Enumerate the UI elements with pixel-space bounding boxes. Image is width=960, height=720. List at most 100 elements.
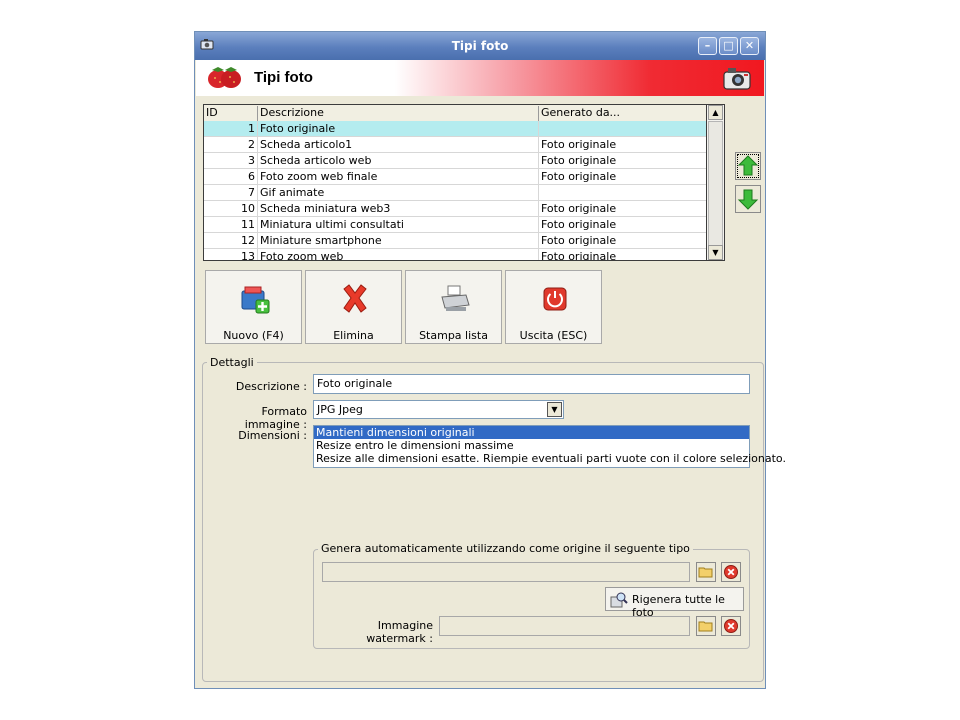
- table-cell-desc: Scheda articolo1: [258, 137, 539, 153]
- table-cell-id: 1: [204, 121, 258, 137]
- table-cell-desc: Miniature smartphone: [258, 233, 539, 249]
- table-cell-gen: Foto originale: [539, 169, 706, 185]
- print-list-button[interactable]: Stampa lista: [405, 270, 502, 344]
- table-cell-id: 6: [204, 169, 258, 185]
- arrow-up-icon: [737, 155, 759, 176]
- table-cell-id: 12: [204, 233, 258, 249]
- tipi-foto-window: Tipi foto – □ ✕ Tipi foto ID Descrizione…: [194, 31, 786, 689]
- photo-camera-icon: [723, 68, 751, 90]
- scroll-up-icon[interactable]: ▲: [708, 105, 723, 120]
- dimensioni-option[interactable]: Mantieni dimensioni originali: [314, 426, 749, 439]
- delete-button[interactable]: Elimina: [305, 270, 402, 344]
- table-cell-gen: [539, 185, 706, 201]
- table-cell-desc: Foto originale: [258, 121, 539, 137]
- table-cell-desc: Foto zoom web finale: [258, 169, 539, 185]
- delete-x-icon: [343, 284, 367, 313]
- table-row[interactable]: 6 Foto zoom web finale Foto originale: [204, 169, 706, 185]
- strawberry-icon: [208, 67, 241, 88]
- dimensioni-option[interactable]: Resize entro le dimensioni massime: [314, 439, 749, 452]
- clear-icon: [724, 565, 738, 579]
- window-title: Tipi foto: [451, 39, 509, 53]
- dimensioni-label: Dimensioni :: [238, 429, 307, 442]
- column-header-id[interactable]: ID: [204, 106, 258, 121]
- descrizione-input[interactable]: Foto originale: [313, 374, 750, 394]
- clear-watermark-button[interactable]: [721, 616, 741, 636]
- table-cell-desc: Scheda articolo web: [258, 153, 539, 169]
- dimensioni-option[interactable]: Resize alle dimensioni esatte. Riempie e…: [314, 452, 786, 465]
- new-button[interactable]: Nuovo (F4): [205, 270, 302, 344]
- table-cell-gen: Foto originale: [539, 153, 706, 169]
- maximize-icon: □: [723, 39, 734, 52]
- table-row[interactable]: 1 Foto originale: [204, 121, 706, 137]
- table-cell-desc: Foto zoom web: [258, 249, 539, 260]
- photo-types-grid[interactable]: ID Descrizione Generato da... 1 Foto orig…: [203, 104, 707, 261]
- new-button-label: Nuovo (F4): [223, 329, 284, 342]
- table-cell-id: 10: [204, 201, 258, 217]
- formato-immagine-select[interactable]: JPG Jpeg ▼: [313, 400, 564, 419]
- table-row[interactable]: 3 Scheda articolo web Foto originale: [204, 153, 706, 169]
- browse-watermark-button[interactable]: [696, 616, 716, 636]
- close-icon: ✕: [744, 39, 755, 52]
- move-down-button[interactable]: [735, 185, 761, 213]
- table-row[interactable]: 12 Miniature smartphone Foto originale: [204, 233, 706, 249]
- new-record-icon: [241, 286, 270, 314]
- print-list-label: Stampa lista: [419, 329, 488, 342]
- formato-immagine-value: JPG Jpeg: [317, 403, 363, 416]
- browse-source-button[interactable]: [696, 562, 716, 582]
- table-row[interactable]: 11 Miniatura ultimi consultati Foto origin…: [204, 217, 706, 233]
- auto-generate-legend: Genera automaticamente utilizzando come …: [318, 542, 693, 555]
- clear-source-button[interactable]: [721, 562, 741, 582]
- table-row[interactable]: 2 Scheda articolo1 Foto originale: [204, 137, 706, 153]
- table-cell-gen: [539, 121, 706, 137]
- grid-header: ID Descrizione Generato da...: [204, 105, 706, 122]
- column-header-descrizione[interactable]: Descrizione: [258, 106, 539, 121]
- table-cell-desc: Scheda miniatura web3: [258, 201, 539, 217]
- power-icon: [543, 287, 567, 311]
- folder-icon: [698, 567, 713, 578]
- delete-button-label: Elimina: [333, 329, 374, 342]
- magnifier-icon: [610, 592, 628, 608]
- table-row[interactable]: 10 Scheda miniatura web3 Foto originale: [204, 201, 706, 217]
- table-cell-id: 13: [204, 249, 258, 260]
- chevron-down-icon[interactable]: ▼: [547, 402, 562, 417]
- header-banner: Tipi foto: [196, 60, 764, 96]
- table-cell-gen: Foto originale: [539, 201, 706, 217]
- formato-immagine-label: Formato immagine :: [244, 405, 307, 431]
- table-cell-id: 11: [204, 217, 258, 233]
- scroll-thumb[interactable]: [708, 121, 723, 246]
- table-cell-desc: Gif animate: [258, 185, 539, 201]
- watermark-input[interactable]: [439, 616, 690, 636]
- maximize-button[interactable]: □: [719, 37, 738, 55]
- clear-icon: [724, 619, 738, 633]
- table-cell-id: 3: [204, 153, 258, 169]
- printer-icon: [441, 285, 470, 311]
- minimize-icon: –: [704, 39, 711, 52]
- table-cell-id: 7: [204, 185, 258, 201]
- table-cell-gen: Foto originale: [539, 233, 706, 249]
- table-cell-gen: Foto originale: [539, 217, 706, 233]
- table-cell-desc: Miniatura ultimi consultati: [258, 217, 539, 233]
- title-bar[interactable]: Tipi foto – □ ✕: [195, 32, 765, 60]
- column-header-generato-da[interactable]: Generato da...: [539, 106, 706, 121]
- details-legend: Dettagli: [207, 356, 257, 369]
- scroll-down-icon[interactable]: ▼: [708, 245, 723, 260]
- folder-icon: [698, 621, 713, 632]
- dimensioni-listbox[interactable]: Mantieni dimensioni originali Resize ent…: [313, 425, 786, 468]
- table-cell-gen: Foto originale: [539, 249, 706, 260]
- table-cell-id: 2: [204, 137, 258, 153]
- close-button[interactable]: ✕: [740, 37, 759, 55]
- table-row[interactable]: 7 Gif animate: [204, 185, 706, 201]
- source-type-input[interactable]: [322, 562, 690, 582]
- move-up-button[interactable]: [735, 152, 761, 180]
- exit-button-label: Uscita (ESC): [519, 329, 588, 342]
- minimize-button[interactable]: –: [698, 37, 717, 55]
- descrizione-label: Descrizione :: [235, 380, 307, 393]
- banner-title: Tipi foto: [254, 69, 313, 86]
- watermark-label: Immagine watermark :: [366, 619, 433, 645]
- exit-button[interactable]: Uscita (ESC): [505, 270, 602, 344]
- grid-scrollbar[interactable]: ▲ ▼: [707, 104, 725, 261]
- table-row[interactable]: 13 Foto zoom web Foto originale: [204, 249, 706, 260]
- table-cell-gen: Foto originale: [539, 137, 706, 153]
- arrow-down-icon: [737, 189, 759, 210]
- regenerate-all-button[interactable]: Rigenera tutte le foto: [605, 587, 744, 619]
